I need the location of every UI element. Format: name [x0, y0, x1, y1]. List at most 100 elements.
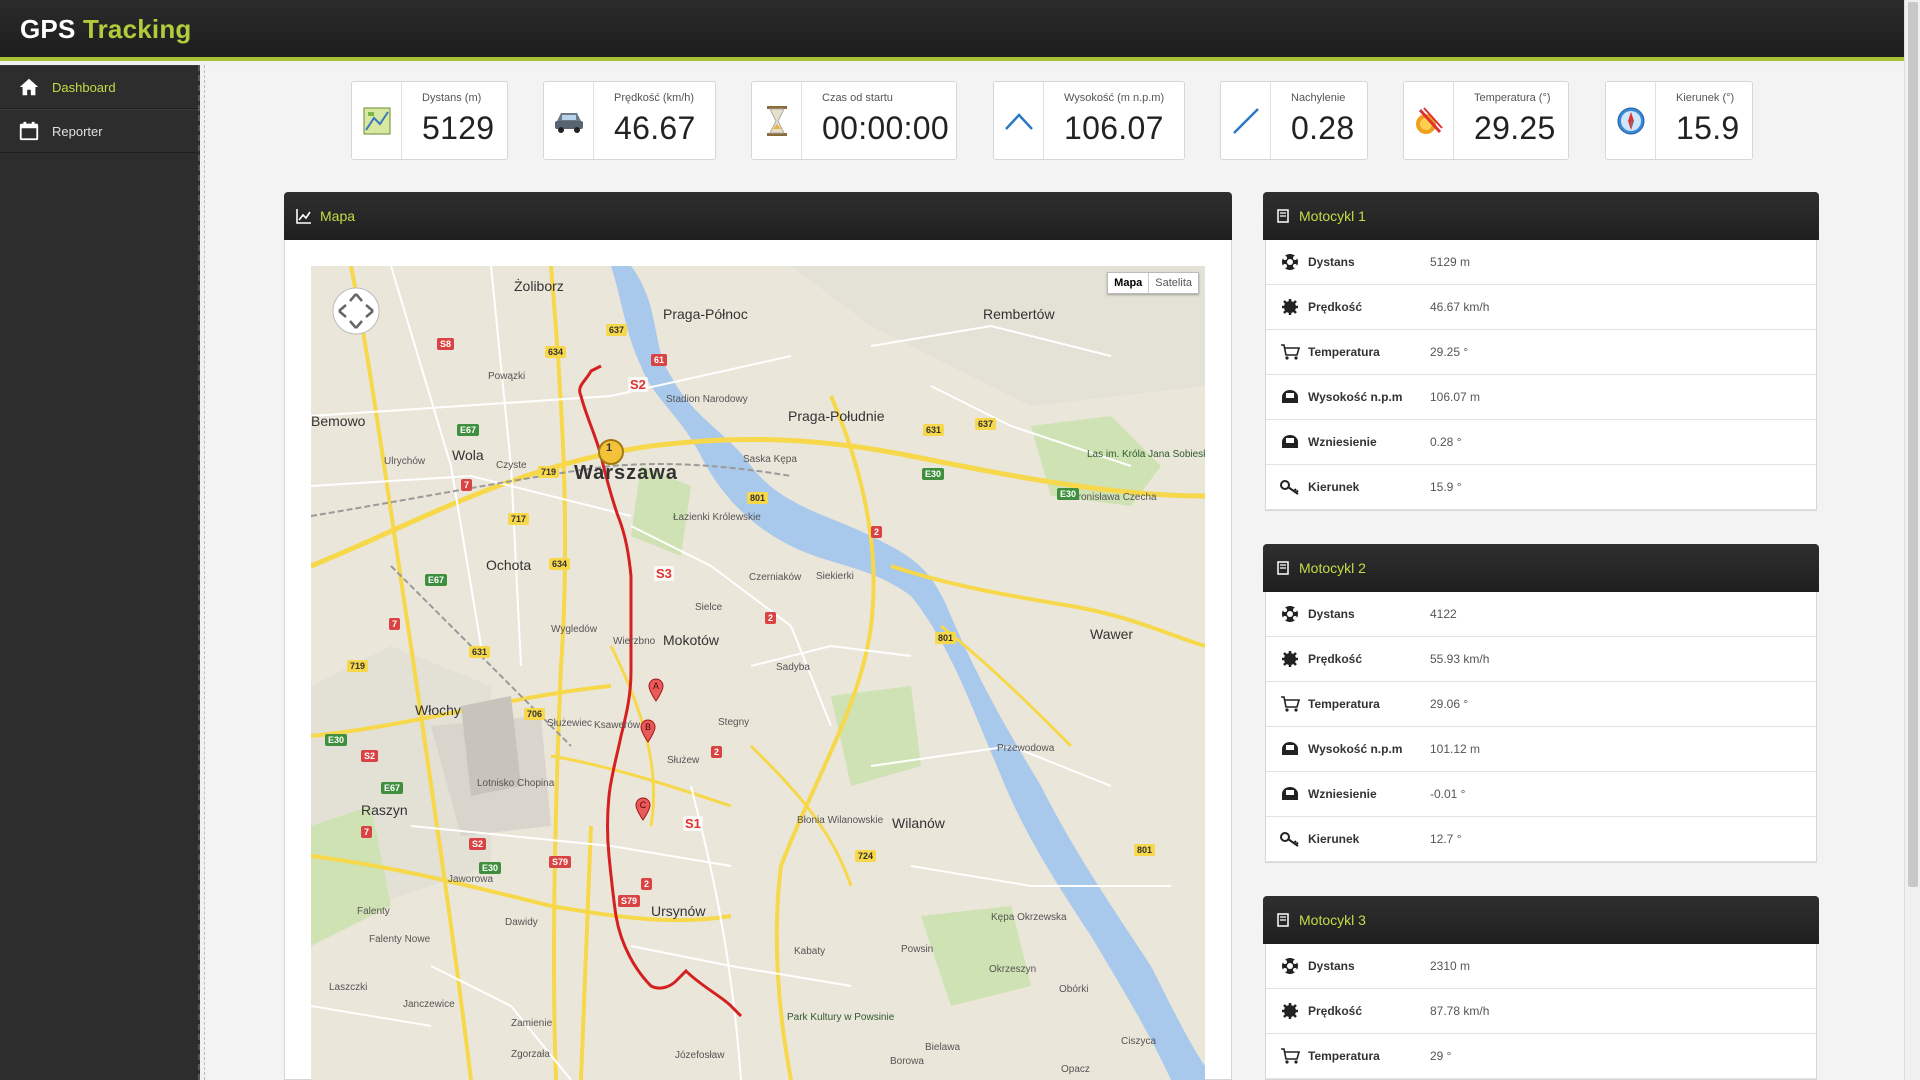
map-label: Kępa Okrzewska — [991, 912, 1067, 923]
motocykl-2-header: Motocykl 2 — [1263, 544, 1819, 592]
row-altitude: Wysokość n.p.m 101.12 m — [1266, 727, 1816, 772]
map-label: Włochy — [415, 702, 461, 718]
scrollbar-thumb[interactable] — [1908, 2, 1918, 887]
marker-cluster[interactable]: 1 — [606, 442, 612, 454]
map-type-map-button[interactable]: Mapa — [1108, 273, 1150, 293]
marker-a-pin[interactable]: A — [648, 678, 664, 702]
brand-logo[interactable]: GPS Tracking — [20, 14, 192, 45]
row-label: Wysokość n.p.m — [1308, 742, 1403, 756]
road-badge: 637 — [975, 418, 997, 430]
stat-label: Wysokość (m n.p.m) — [1064, 92, 1165, 104]
stat-label: Nachylenie — [1291, 92, 1346, 104]
row-label: Wzniesienie — [1308, 435, 1377, 449]
sidebar-item-dashboard[interactable]: Dashboard — [0, 65, 198, 109]
map-label: Stadion Narodowy — [666, 394, 748, 405]
row-distance: Dystans 4122 — [1266, 592, 1816, 637]
row-value: 29 ° — [1430, 1049, 1452, 1063]
row-value: 12.7 ° — [1430, 832, 1462, 846]
stat-card-temperature: Temperatura (°) 29.25 — [1403, 81, 1569, 160]
marker-s3[interactable]: S3 — [654, 566, 674, 581]
pan-control[interactable] — [331, 286, 381, 341]
row-label: Kierunek — [1308, 480, 1360, 494]
marker-c-label: C — [640, 800, 647, 810]
slope-icon — [1232, 107, 1259, 134]
road-badge: 634 — [545, 346, 567, 358]
row-elevation: Wzniesienie -0.01 ° — [1266, 772, 1816, 817]
motocykl-3-header: Motocykl 3 — [1263, 896, 1819, 944]
map-label: Powązki — [488, 371, 526, 382]
map-label: Czyste — [496, 460, 527, 471]
map-label: Opacz — [1061, 1064, 1090, 1075]
road-badge: 801 — [747, 492, 769, 504]
map-label: Józefosław — [675, 1050, 725, 1061]
map-label: Laszczki — [329, 982, 368, 993]
motocykl-2-title: Motocykl 2 — [1299, 560, 1366, 576]
map-label: Sadyba — [776, 662, 810, 673]
map-label: Kabaty — [794, 946, 826, 957]
road-badge: 631 — [469, 646, 491, 658]
map-label: Siekierki — [816, 571, 854, 582]
row-value: 4122 — [1430, 607, 1457, 621]
row-altitude: Wysokość n.p.m 106.07 m — [1266, 375, 1816, 420]
row-label: Dystans — [1308, 607, 1355, 621]
road-badge: S79 — [549, 856, 572, 868]
row-label: Temperatura — [1308, 697, 1380, 711]
temperature-icon — [1415, 106, 1443, 134]
map-label: Bronisława Czecha — [1071, 492, 1157, 503]
stat-card-speed: Prędkość (km/h) 46.67 — [543, 81, 716, 160]
map-label: Ursynów — [651, 903, 706, 919]
motocykl-1-title: Motocykl 1 — [1299, 208, 1366, 224]
map-label: Przewodowa — [997, 743, 1055, 754]
row-value: 5129 m — [1430, 255, 1471, 269]
row-label: Kierunek — [1308, 832, 1360, 846]
map-label: Falenty — [357, 906, 390, 917]
map-label: Służew — [667, 755, 700, 766]
road-badge: E67 — [381, 782, 404, 794]
road-badge: 61 — [651, 354, 668, 366]
marker-b-pin[interactable]: B — [640, 719, 656, 743]
road-badge: E30 — [1057, 488, 1080, 500]
map-label: Ciszyca — [1121, 1036, 1157, 1047]
road-badge: 631 — [923, 424, 945, 436]
soccer-ball-icon — [1280, 604, 1300, 624]
map-panel-header: Mapa — [284, 192, 1232, 240]
road-badge: S2 — [361, 750, 379, 762]
road-badge: S2 — [469, 838, 487, 850]
marker-s2[interactable]: S2 — [628, 377, 648, 392]
road-badge: E30 — [479, 862, 502, 874]
row-value: 2310 m — [1430, 959, 1471, 973]
map-type-satellite-button[interactable]: Satelita — [1149, 273, 1198, 293]
row-value: 46.67 km/h — [1430, 300, 1490, 314]
stat-value: 46.67 — [614, 110, 696, 146]
stat-value: 00:00:00 — [822, 110, 949, 146]
marker-s1[interactable]: S1 — [683, 816, 703, 831]
row-label: Wzniesienie — [1308, 787, 1377, 801]
stat-label: Prędkość (km/h) — [614, 92, 695, 104]
map-label: Falenty Nowe — [369, 934, 431, 945]
stat-card-direction: Kierunek (°) 15.9 — [1605, 81, 1753, 160]
marker-c-pin[interactable]: C — [635, 797, 651, 821]
page-scrollbar[interactable] — [1904, 0, 1920, 1080]
map-canvas[interactable] — [311, 266, 1205, 1080]
row-distance: Dystans 2310 m — [1266, 944, 1816, 989]
row-label: Prędkość — [1308, 652, 1363, 666]
pan-icon[interactable] — [331, 286, 381, 336]
map-label-warszawa: Warszawa — [574, 462, 678, 484]
sidebar-item-reporter[interactable]: Reporter — [0, 109, 198, 153]
cart-icon — [1280, 342, 1300, 362]
stat-card-altitude: Wysokość (m n.p.m) 106.07 — [993, 81, 1185, 160]
map-type-toggle[interactable]: Mapa Satelita — [1107, 272, 1199, 294]
map-label: Ksawerów — [594, 720, 641, 731]
map-label: Janczewice — [403, 999, 455, 1010]
cart-icon — [1280, 694, 1300, 714]
altitude-icon — [1004, 112, 1033, 130]
map-label: Bielawa — [925, 1042, 961, 1053]
map-label: Saska Kępa — [743, 454, 797, 465]
soccer-ball-icon — [1280, 252, 1300, 272]
map-label: Park Kultury w Powsinie — [787, 1012, 895, 1023]
stat-label: Kierunek (°) — [1676, 92, 1735, 104]
stat-label: Czas od startu — [822, 92, 893, 104]
row-value: 0.28 ° — [1430, 435, 1462, 449]
map-view[interactable]: Mapa Satelita Żoliborz Praga-Północ Remb… — [311, 266, 1205, 1080]
road-badge: E30 — [325, 734, 348, 746]
